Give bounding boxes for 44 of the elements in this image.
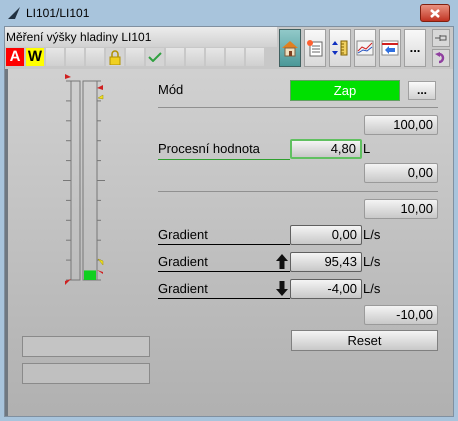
undo-button[interactable] <box>432 49 450 67</box>
window-title: LI101/LI101 <box>26 5 90 22</box>
gradient-label: Gradient <box>158 252 209 271</box>
gradient-value-field: -4,00 <box>290 279 362 299</box>
scale-icon <box>331 39 349 57</box>
gradient-label: Gradient <box>158 280 209 298</box>
arrow-down-icon <box>276 281 288 296</box>
process-value-field: 4,80 <box>290 139 362 159</box>
toolbar-button[interactable] <box>329 29 351 67</box>
gradient-value-field: 0,00 <box>290 225 362 245</box>
more-button[interactable]: ... <box>404 29 426 67</box>
unit-label: L/s <box>363 253 380 272</box>
reset-button[interactable]: Reset <box>291 330 438 351</box>
toolbar-button[interactable] <box>354 29 376 67</box>
close-button[interactable] <box>420 4 450 22</box>
pin-icon <box>435 34 447 42</box>
house-icon <box>281 39 299 57</box>
app-logo-icon <box>8 7 22 19</box>
undo-icon <box>435 52 447 64</box>
toolbar-button[interactable] <box>379 29 401 67</box>
unit-label: L/s <box>363 226 380 244</box>
gradient-value-field: 95,43 <box>290 252 362 272</box>
arrow-panel-icon <box>381 39 399 57</box>
toolbar-button[interactable] <box>279 29 301 67</box>
gradient-label: Gradient <box>158 226 209 244</box>
toolbar-button[interactable] <box>304 29 326 67</box>
trend-chart-icon <box>356 39 374 57</box>
pin-button[interactable] <box>432 29 450 47</box>
checkmark-icon <box>148 52 162 62</box>
close-icon <box>430 8 440 18</box>
mode-label: Mód <box>158 81 184 100</box>
high-limit-value: 100,00 <box>364 115 438 135</box>
unit-label: L/s <box>363 280 380 298</box>
low-limit-value: 0,00 <box>364 163 438 183</box>
header-title: Měření výšky hladiny LI101 <box>6 29 152 46</box>
alarm-indicator: A <box>5 47 25 67</box>
high-limit-value: 10,00 <box>364 199 438 219</box>
arrow-up-icon <box>276 254 288 269</box>
document-icon <box>306 39 324 57</box>
alarm-indicator: W <box>25 47 45 67</box>
mode-options-button[interactable]: ... <box>408 80 436 100</box>
low-limit-value: -10,00 <box>364 305 438 325</box>
padlock-icon <box>109 50 121 64</box>
unit-label: L <box>363 140 370 158</box>
